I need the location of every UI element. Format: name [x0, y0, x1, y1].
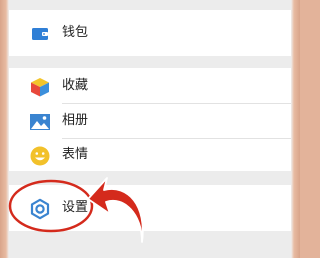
settings-section: 设置 — [9, 185, 291, 231]
favorites-cube-icon — [29, 76, 51, 98]
smiley-icon — [29, 145, 51, 167]
settings-label: 设置 — [62, 200, 89, 215]
album-mountain-icon — [29, 111, 51, 133]
menu-item-stickers[interactable]: 表情 — [9, 135, 291, 175]
section-gap — [9, 171, 291, 185]
phone-screen: 钱包 收藏 相册 表情 设置 — [0, 0, 300, 258]
section-gap — [9, 231, 291, 258]
menu-item-settings[interactable]: 设置 — [9, 188, 291, 228]
stickers-label: 表情 — [62, 147, 89, 162]
wallet-section: 钱包 — [9, 10, 291, 56]
wallet-label: 钱包 — [62, 25, 89, 40]
section-gap — [9, 0, 291, 10]
album-label: 相册 — [62, 113, 89, 128]
favorites-label: 收藏 — [62, 78, 89, 93]
wallet-icon — [29, 23, 51, 45]
menu-item-wallet[interactable]: 钱包 — [9, 13, 291, 53]
gear-icon — [29, 198, 51, 220]
media-section: 收藏 相册 表情 — [9, 68, 291, 171]
menu-item-favorites[interactable]: 收藏 — [9, 66, 291, 106]
